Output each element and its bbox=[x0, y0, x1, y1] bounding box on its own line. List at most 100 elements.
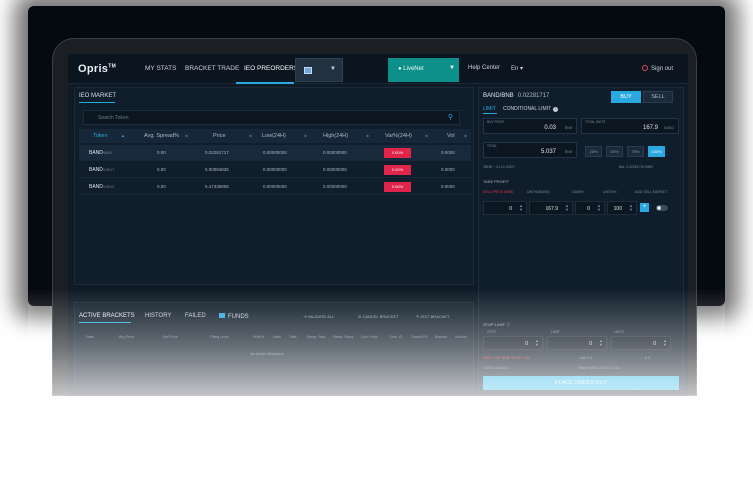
wallet-selector[interactable]: ▼ bbox=[295, 58, 343, 82]
tab-history[interactable]: HISTORY bbox=[145, 313, 171, 319]
sort-icon[interactable]: ◆ bbox=[425, 133, 428, 138]
col-var[interactable]: Var%(24H) bbox=[385, 133, 412, 139]
tp-units-pct-input[interactable]: 100 ▲ ▼ bbox=[607, 201, 637, 215]
nav-ieo-preorders[interactable]: IEO PREORDERS bbox=[244, 65, 298, 72]
info-icon[interactable]: i bbox=[553, 107, 559, 112]
language-selector[interactable]: En ▾ bbox=[511, 65, 523, 72]
buy-price-input[interactable]: BUY PRICE 0.03 BNB bbox=[483, 118, 577, 134]
add-sell-market-toggle[interactable] bbox=[656, 205, 668, 211]
chevron-down-icon: ▼ bbox=[449, 65, 455, 71]
col-vol[interactable]: Vol bbox=[447, 133, 455, 139]
tab-funds-label[interactable]: FUNDS bbox=[228, 314, 249, 320]
search-icon[interactable]: ⚲ bbox=[448, 113, 453, 121]
bcol-ramp-sets: Ramp. Sets bbox=[307, 335, 326, 339]
edit-bracket-label: EDIT BRACKET bbox=[420, 314, 450, 319]
sell-toggle-button[interactable]: SELL bbox=[643, 91, 673, 103]
total-gain-value-1: 0 bbox=[504, 366, 507, 370]
limit-input[interactable]: 0 ▲ ▼ bbox=[547, 336, 607, 350]
edit-bracket-button[interactable]: ✎ EDIT BRACKET bbox=[416, 314, 450, 319]
tab-limit[interactable]: LIMIT bbox=[483, 106, 496, 112]
sign-out-button[interactable]: Sign out bbox=[642, 65, 673, 72]
col-token[interactable]: Token bbox=[93, 133, 108, 139]
col-low[interactable]: Low(24H) bbox=[262, 133, 286, 139]
row-price: 0.02281717 bbox=[205, 150, 229, 155]
tab-conditional-limit[interactable]: CONDITIONAL LIMIT i bbox=[503, 106, 559, 112]
tab-underline bbox=[483, 113, 497, 114]
place-order-button[interactable]: PLACE ORDER BUY bbox=[483, 376, 679, 390]
total-gain-value-2: 0 bbox=[507, 366, 510, 370]
sort-asc-icon[interactable]: ▲ bbox=[121, 133, 125, 138]
stepper-icon[interactable]: ▲ ▼ bbox=[597, 204, 601, 212]
buy-toggle-button[interactable]: BUY bbox=[611, 91, 641, 103]
title-underline bbox=[79, 102, 115, 103]
nav-bracket-trade[interactable]: BRACKET TRADE bbox=[185, 65, 239, 72]
sort-icon[interactable]: ◆ bbox=[366, 133, 369, 138]
ieo-market-panel: IEO MARKET Search Token ⚲ Token ▲ Avg. S… bbox=[74, 87, 474, 285]
rate-note: 1BNB ~ 31.2x USDT bbox=[483, 165, 516, 169]
info-icon[interactable]: ⓘ bbox=[506, 322, 510, 327]
pct-25-button[interactable]: 25% bbox=[585, 146, 602, 157]
tab-active-brackets[interactable]: ACTIVE BRACKETS bbox=[79, 313, 135, 319]
col-price[interactable]: Price bbox=[213, 133, 226, 139]
col-high[interactable]: High(24H) bbox=[323, 133, 348, 139]
tp-gain-input[interactable]: 0 ▲ ▼ bbox=[575, 201, 605, 215]
pct-50-button[interactable]: 50% bbox=[606, 146, 623, 157]
row-var-badge: 0.00% bbox=[384, 148, 411, 158]
row-vol: 0.0000 bbox=[441, 167, 455, 172]
token-symbol: BAND bbox=[89, 167, 103, 173]
bcol-profit: Profit% bbox=[253, 335, 265, 339]
stepper-icon[interactable]: ▲ ▼ bbox=[599, 339, 603, 347]
add-take-profit-button[interactable]: + bbox=[640, 203, 649, 212]
stepper-icon[interactable]: ▲ ▼ bbox=[629, 204, 633, 212]
timer-value: 41 bbox=[610, 366, 615, 370]
help-center-link[interactable]: Help Center bbox=[468, 65, 500, 71]
pair-name: BAND/BNB bbox=[483, 93, 514, 99]
bcol-token: Token bbox=[85, 335, 95, 339]
row-high: 0.00000000 bbox=[323, 150, 347, 155]
market-row[interactable]: BAND/USDT 0.00 5.00094836 0.00000000 0.0… bbox=[79, 162, 471, 178]
market-row[interactable]: BAND/BNB 0.00 0.02281717 0.00000000 0.00… bbox=[79, 145, 471, 161]
sort-icon[interactable]: ◆ bbox=[185, 133, 188, 138]
logo-tm: TM bbox=[108, 63, 117, 70]
network-selector[interactable]: ● LiveNet ▼ bbox=[388, 58, 459, 82]
stepper-icon[interactable]: ▲ ▼ bbox=[519, 204, 523, 212]
cancel-bracket-button[interactable]: ⊘ CANCEL BRACKET bbox=[358, 314, 399, 319]
tp-units-input[interactable]: 167.9 ▲ ▼ bbox=[529, 201, 573, 215]
stop-limit-text: STOP LIMIT bbox=[483, 322, 506, 327]
nav-my-stats[interactable]: MY STATS bbox=[145, 65, 176, 72]
cancel-bracket-label: CANCEL BRACKET bbox=[362, 314, 399, 319]
bcol-actions: Actions bbox=[455, 335, 467, 339]
tab-funds: FUNDS bbox=[219, 313, 249, 320]
pct-100-button[interactable]: 100% bbox=[648, 146, 665, 157]
chevron-down-icon: ▾ bbox=[520, 66, 524, 72]
total-input[interactable]: TOTAL 5.037 BNB bbox=[483, 142, 577, 158]
tp-sell-price-input[interactable]: 0 ▲ ▼ bbox=[483, 201, 527, 215]
power-icon bbox=[642, 65, 648, 71]
bcol-units: Units bbox=[273, 335, 281, 339]
sort-icon[interactable]: ◆ bbox=[304, 133, 307, 138]
empty-state: No Active Brackets bbox=[250, 351, 284, 356]
stop-limit-row: 0 ▲ ▼ 0 ▲ ▼ 0 ▲ ▼ bbox=[483, 336, 683, 350]
app-logo[interactable]: OprisTM bbox=[78, 63, 116, 75]
sort-icon[interactable]: ◆ bbox=[249, 133, 252, 138]
token-search[interactable]: Search Token ⚲ bbox=[83, 110, 460, 125]
col-spread[interactable]: Avg. Spread% bbox=[144, 133, 179, 139]
tab-failed[interactable]: FAILED bbox=[185, 313, 206, 319]
row-spread: 0.00 bbox=[157, 184, 166, 189]
row-spread: 0.00 bbox=[157, 167, 166, 172]
row-spread: 0.00 bbox=[157, 150, 166, 155]
row-var-badge: 0.00% bbox=[384, 165, 411, 175]
market-row[interactable]: BAND/USDC 0.00 5.47336806 0.00000000 0.0… bbox=[79, 179, 471, 195]
validate-all-button[interactable]: ⇥ VALIDATE ALL bbox=[303, 314, 334, 319]
stepper-icon[interactable]: ▲ ▼ bbox=[565, 204, 569, 212]
row-price: 5.47336806 bbox=[205, 184, 229, 189]
total-value: 5.037 bbox=[540, 149, 556, 155]
bcol-conv-id: Conv. ID bbox=[389, 335, 403, 339]
total-units-input[interactable]: TOTAL UNITS 167.9 BAND bbox=[581, 118, 679, 134]
stepper-icon[interactable]: ▲ ▼ bbox=[535, 339, 539, 347]
sort-icon[interactable]: ◆ bbox=[464, 133, 467, 138]
stop-input[interactable]: 0 ▲ ▼ bbox=[483, 336, 543, 350]
units-input[interactable]: 0 ▲ ▼ bbox=[611, 336, 671, 350]
pct-75-button[interactable]: 75% bbox=[627, 146, 644, 157]
stepper-icon[interactable]: ▲ ▼ bbox=[663, 339, 667, 347]
